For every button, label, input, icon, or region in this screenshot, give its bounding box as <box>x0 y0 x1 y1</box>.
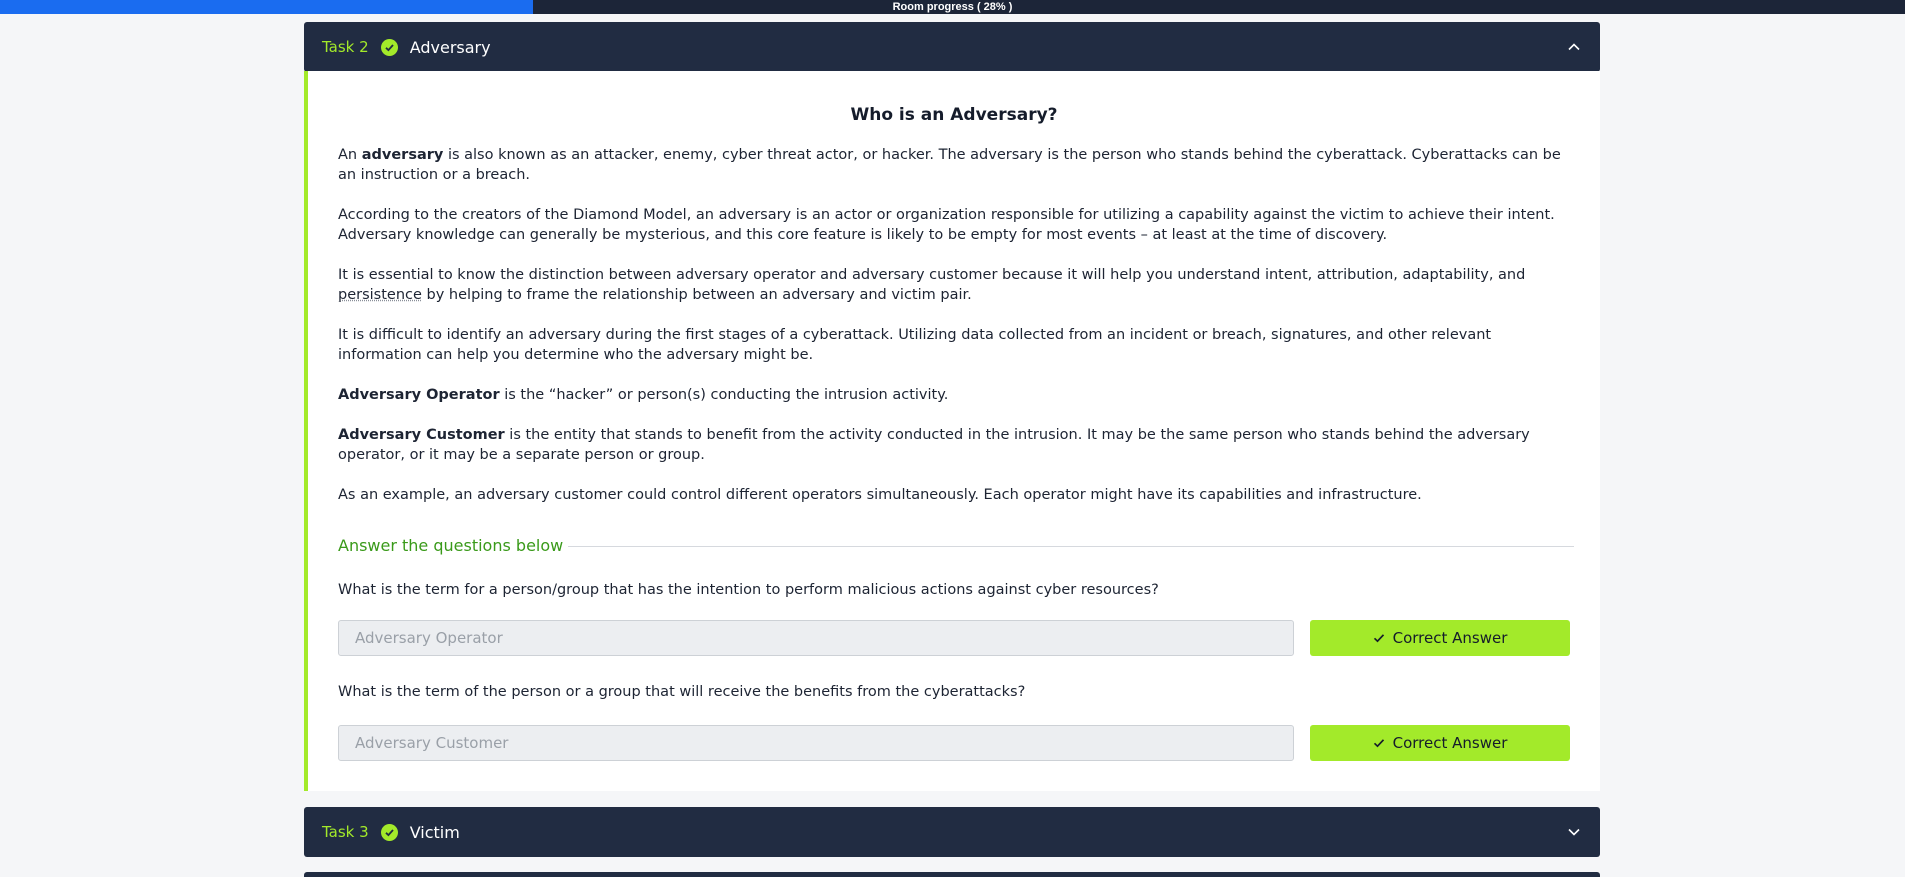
task-3-header[interactable]: Task 3 Victim <box>304 807 1600 857</box>
divider <box>568 546 1574 547</box>
room-progress-label: Room progress ( 28% ) <box>892 1 1013 13</box>
check-circle-icon <box>380 823 398 841</box>
task-title: Adversary <box>409 37 491 57</box>
checkmark-icon <box>1373 634 1384 643</box>
answer-2-input[interactable] <box>338 725 1294 761</box>
article-title: Who is an Adversary? <box>850 105 1058 125</box>
task-2-content: Who is an Adversary? An adversary is als… <box>304 71 1600 791</box>
task-number: Task 2 <box>322 38 369 56</box>
task-number: Task 3 <box>322 823 369 841</box>
paragraph-adversary-definition: An adversary is also known as an attacke… <box>338 147 1561 183</box>
answer-questions-heading: Answer the questions below <box>338 536 564 555</box>
next-task-header-edge <box>304 872 1600 877</box>
correct-answer-label: Correct Answer <box>1392 734 1508 752</box>
correct-answer-label: Correct Answer <box>1392 629 1508 647</box>
chevron-down-icon[interactable] <box>1566 824 1582 840</box>
room-progress-bar: Room progress ( 28% ) <box>0 0 1905 14</box>
correct-answer-button-1[interactable]: Correct Answer <box>1310 620 1570 656</box>
bold-term-customer: Adversary Customer <box>338 427 505 443</box>
task-2-header[interactable]: Task 2 Adversary <box>304 22 1600 72</box>
paragraph-diamond-model: According to the creators of the Diamond… <box>338 207 1555 243</box>
paragraph-adversary-operator: Adversary Operator is the “hacker” or pe… <box>338 387 949 403</box>
correct-answer-button-2[interactable]: Correct Answer <box>1310 725 1570 761</box>
paragraph-adversary-customer: Adversary Customer is the entity that st… <box>338 427 1530 463</box>
persistence-glossary-link[interactable]: persistence <box>338 287 422 303</box>
question-2-text: What is the term of the person or a grou… <box>338 684 1026 700</box>
checkmark-icon <box>1373 739 1384 748</box>
question-1-text: What is the term for a person/group that… <box>338 582 1159 598</box>
paragraph-identification: It is difficult to identify an adversary… <box>338 327 1492 363</box>
bold-term-operator: Adversary Operator <box>338 387 500 403</box>
paragraph-example: As an example, an adversary customer cou… <box>338 487 1422 503</box>
answer-1-input[interactable] <box>338 620 1294 656</box>
paragraph-distinction: It is essential to know the distinction … <box>338 267 1526 303</box>
task-title: Victim <box>409 822 460 842</box>
bold-term-adversary: adversary <box>361 147 444 163</box>
chevron-up-icon[interactable] <box>1566 39 1582 55</box>
check-circle-icon <box>380 38 398 56</box>
